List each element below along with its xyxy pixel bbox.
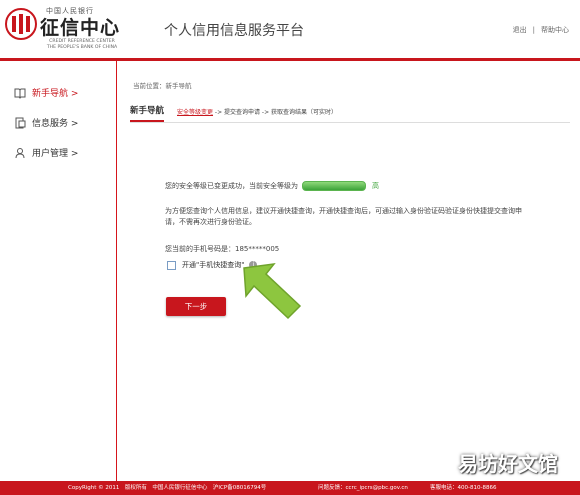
steps: 安全等级变更 -> 提交查询申请 -> 获取查询结果（可实时） bbox=[177, 107, 337, 116]
phone-number: 您当前的手机号码是：185*****005 bbox=[165, 245, 280, 253]
sidebar-item-label: 信息服务 > bbox=[32, 119, 79, 129]
info-paragraph: 为方便您查询个人信用信息，建议开通快捷查询，开通快捷查询后，可通过输入身份验证码… bbox=[165, 207, 522, 226]
separator: | bbox=[532, 26, 535, 34]
security-level-bar bbox=[302, 181, 366, 191]
guide-title: 新手导航 bbox=[130, 104, 165, 122]
help-link[interactable]: 帮助中心 bbox=[538, 26, 572, 34]
breadcrumb: 当前位置：新手导航 bbox=[133, 82, 192, 90]
logout-link[interactable]: 退出 bbox=[510, 26, 530, 34]
user-icon bbox=[15, 147, 25, 158]
book-icon bbox=[14, 88, 26, 99]
next-button[interactable]: 下一步 bbox=[166, 297, 226, 316]
footer-feedback: 问题反馈：ccrc_ipcrs@pbc.gov.cn bbox=[318, 485, 408, 491]
sidebar-item-info[interactable]: 信息服务 > bbox=[14, 116, 78, 129]
sidebar-item-user[interactable]: 用户管理 > bbox=[14, 146, 78, 159]
arrow-annotation-icon bbox=[243, 263, 302, 320]
sidebar: 新手导航 > 信息服务 > 用户管理 > bbox=[0, 61, 117, 481]
sidebar-item-label: 新手导航 > bbox=[32, 89, 79, 99]
security-level: 高 bbox=[372, 182, 379, 190]
logo-main-text: 征信中心 bbox=[40, 17, 121, 39]
header: 中国人民银行 征信中心 CREDIT REFERENCE CENTER THE … bbox=[0, 0, 580, 61]
sidebar-item-label: 用户管理 > bbox=[32, 149, 79, 159]
sidebar-item-guide[interactable]: 新手导航 > bbox=[14, 86, 78, 99]
watermark: 易坊好文馆 bbox=[458, 452, 558, 476]
security-message: 您的安全等级已变更成功，当前安全等级为 高 bbox=[165, 181, 379, 191]
guide-steps: 新手导航 安全等级变更 -> 提交查询申请 -> 获取查询结果（可实时） bbox=[130, 104, 570, 123]
platform-title: 个人信用信息服务平台 bbox=[164, 23, 304, 39]
quick-query-checkbox[interactable] bbox=[167, 260, 176, 270]
document-icon bbox=[15, 117, 26, 128]
step-current: 安全等级变更 bbox=[177, 109, 214, 116]
logo-english: CREDIT REFERENCE CENTER THE PEOPLE'S BAN… bbox=[46, 39, 118, 50]
footer-hotline: 客服电话：400-810-8866 bbox=[430, 485, 497, 491]
security-text: 您的安全等级已变更成功，当前安全等级为 bbox=[165, 182, 298, 190]
step-rest: -> 提交查询申请 -> 获取查询结果（可实时） bbox=[213, 109, 338, 116]
quick-query-label[interactable]: 开通"手机快捷查询" bbox=[182, 260, 244, 270]
footer: CopyRight © 2011 版权所有 中国人民银行征信中心 沪ICP备08… bbox=[0, 481, 580, 495]
top-links: 退出 | 帮助中心 bbox=[510, 25, 572, 35]
logo-emblem-icon bbox=[5, 8, 37, 40]
footer-copyright: CopyRight © 2011 版权所有 中国人民银行征信中心 沪ICP备08… bbox=[68, 485, 267, 491]
